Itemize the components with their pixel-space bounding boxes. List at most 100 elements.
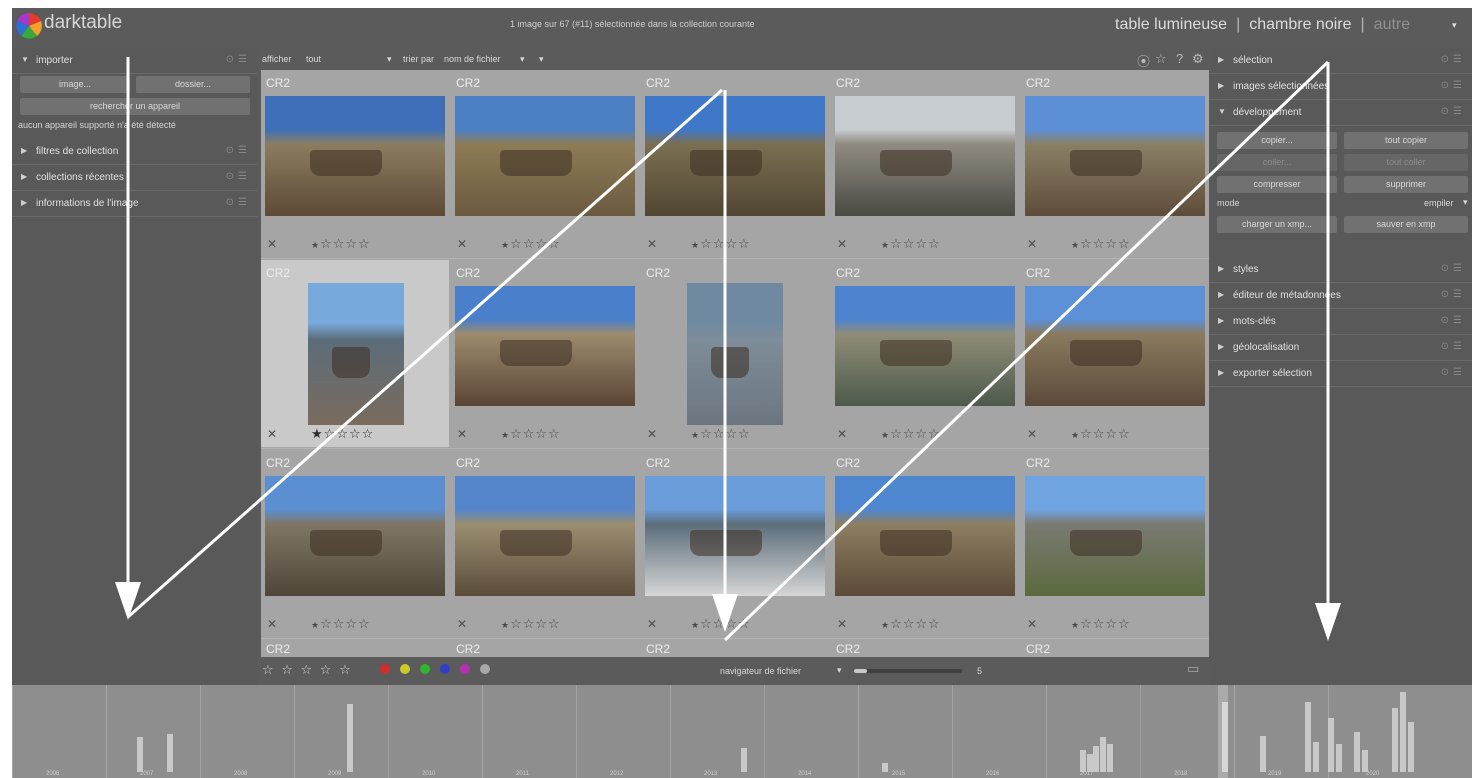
zoom-value[interactable]: 5 (977, 666, 982, 676)
thumbnail-image[interactable] (265, 476, 445, 596)
rating-star-icon[interactable]: ★ (1071, 620, 1080, 630)
rating-star-icon[interactable]: ☆ (548, 616, 561, 631)
compress-button[interactable]: compresser (1217, 176, 1337, 193)
layout-dropdown-icon[interactable]: ▾ (837, 665, 842, 676)
load-xmp-button[interactable]: charger un xmp... (1217, 216, 1337, 233)
thumbnail-image[interactable] (645, 96, 825, 216)
rating-star-icon[interactable]: ☆ (738, 426, 751, 441)
thumbnail[interactable]: CR2 ✕ ★☆☆☆☆ (451, 450, 639, 637)
star-rating[interactable]: ★☆☆☆☆ (1071, 426, 1131, 442)
rating-star-icon[interactable]: ☆ (523, 616, 536, 631)
rating-star-icon[interactable]: ☆ (1080, 616, 1093, 631)
module-metadata-editor[interactable]: ▶ éditeur de métadonnées ⊙☰ (1209, 283, 1472, 309)
rating-star-icon[interactable]: ☆ (890, 426, 903, 441)
rating-star-icon[interactable]: ★ (1071, 430, 1080, 440)
reset-preset-icons[interactable]: ⊙☰ (226, 54, 251, 65)
thumbnail-partial[interactable]: CR2 (641, 640, 829, 657)
rating-star-icon[interactable]: ☆ (510, 616, 523, 631)
thumbnail[interactable]: CR2 ✕ ★☆☆☆☆ (831, 70, 1019, 257)
reset-preset-icons[interactable]: ⊙☰ (1441, 106, 1466, 117)
reject-icon[interactable]: ✕ (267, 427, 277, 441)
thumbnail[interactable]: CR2 ✕ ★☆☆☆☆ (641, 450, 829, 637)
thumbnail[interactable]: CR2 ✕ ★☆☆☆☆ (451, 70, 639, 257)
reset-preset-icons[interactable]: ⊙☰ (1441, 289, 1466, 300)
rating-star-icon[interactable]: ☆ (362, 426, 375, 441)
thumbnail[interactable]: CR2 ✕ ★☆☆☆☆ (1021, 70, 1209, 257)
module-import-header[interactable]: ▼ importer ⊙☰ (12, 48, 257, 74)
scan-devices-button[interactable]: rechercher un appareil (20, 98, 250, 115)
module-styles[interactable]: ▶ styles ⊙☰ (1209, 257, 1472, 283)
timeline-year[interactable]: 2008 (200, 685, 295, 778)
display-profile-icon[interactable]: ▭ (1187, 661, 1199, 677)
module-history-stack[interactable]: ▼ développement ⊙☰ (1209, 100, 1472, 126)
rating-star-icon[interactable]: ☆ (333, 616, 346, 631)
timeline[interactable]: 2006 2007 2008 2009 2010 2011 2012 2013 2014 2015… (12, 685, 1472, 778)
reset-preset-icons[interactable]: ⊙☰ (226, 197, 251, 208)
reset-preset-icons[interactable]: ⊙☰ (1441, 80, 1466, 91)
help-icon[interactable]: ? (1176, 51, 1183, 66)
thumbnail[interactable]: CR2 ✕ ★☆☆☆☆ (641, 260, 829, 447)
paste-all-button[interactable]: tout coller (1344, 154, 1468, 171)
sort-direction-icon[interactable]: ▾ (539, 54, 544, 65)
timeline-year[interactable]: 2015 (858, 685, 953, 778)
module-geotagging[interactable]: ▶ géolocalisation ⊙☰ (1209, 335, 1472, 361)
reject-icon[interactable]: ✕ (457, 427, 467, 441)
color-label-dot-icon[interactable] (400, 664, 410, 674)
rating-star-icon[interactable]: ☆ (890, 616, 903, 631)
layout-select[interactable]: navigateur de fichier (720, 666, 801, 676)
reject-icon[interactable]: ✕ (837, 617, 847, 631)
thumbnail-partial[interactable]: CR2 (451, 640, 639, 657)
module-export[interactable]: ▶ exporter sélection ⊙☰ (1209, 361, 1472, 387)
preferences-icon[interactable]: ⚙ (1192, 51, 1204, 67)
reset-preset-icons[interactable]: ⊙☰ (1441, 263, 1466, 274)
copy-all-button[interactable]: tout copier (1344, 132, 1468, 149)
rating-star-icon[interactable]: ☆ (915, 236, 928, 251)
star-rating[interactable]: ★☆☆☆☆ (1071, 236, 1131, 252)
reject-icon[interactable]: ✕ (647, 617, 657, 631)
star-rating[interactable]: ★☆☆☆☆ (311, 616, 371, 632)
reject-icon[interactable]: ✕ (457, 237, 467, 251)
star-rating[interactable]: ★☆☆☆☆ (311, 426, 374, 442)
rating-star-icon[interactable]: ★ (311, 240, 320, 250)
thumbnail-image[interactable] (835, 96, 1015, 216)
timeline-year[interactable]: 2010 (388, 685, 483, 778)
color-label-dot-icon[interactable] (460, 664, 470, 674)
rating-star-icon[interactable]: ☆ (700, 236, 713, 251)
star-rating[interactable]: ★☆☆☆☆ (881, 426, 941, 442)
thumbnail-image[interactable] (687, 283, 783, 425)
rating-star-icon[interactable]: ★ (501, 430, 510, 440)
star-rating[interactable]: ★☆☆☆☆ (881, 236, 941, 252)
rating-star-icon[interactable]: ☆ (548, 236, 561, 251)
thumbnail[interactable]: CR2 ✕ ★☆☆☆☆ (831, 450, 1019, 637)
star-rating[interactable]: ★☆☆☆☆ (501, 236, 561, 252)
rating-star-icon[interactable]: ☆ (1118, 616, 1131, 631)
thumbnail[interactable]: CR2 ✕ ★☆☆☆☆ (261, 260, 449, 447)
thumbnail[interactable]: CR2 ✕ ★☆☆☆☆ (261, 70, 449, 257)
rating-star-icon[interactable]: ☆ (345, 616, 358, 631)
module-selected-images[interactable]: ▶ images sélectionnées ⊙☰ (1209, 74, 1472, 100)
thumbnail-partial[interactable]: CR2 (831, 640, 1019, 657)
thumbnail[interactable]: CR2 ✕ ★☆☆☆☆ (831, 260, 1019, 447)
zoom-slider[interactable] (854, 669, 962, 673)
thumbnail-image[interactable] (265, 96, 445, 216)
thumbnail-partial[interactable]: CR2 (261, 640, 449, 657)
star-rating[interactable]: ★☆☆☆☆ (1071, 616, 1131, 632)
rating-star-icon[interactable]: ☆ (1080, 426, 1093, 441)
rating-star-icon[interactable]: ☆ (915, 616, 928, 631)
rating-star-icon[interactable]: ☆ (548, 426, 561, 441)
rating-star-icon[interactable]: ☆ (358, 236, 371, 251)
rating-star-icon[interactable]: ☆ (700, 426, 713, 441)
module-image-information[interactable]: ▶ informations de l'image ⊙☰ (12, 191, 257, 217)
rating-star-icon[interactable]: ☆ (725, 236, 738, 251)
rating-star-icon[interactable]: ★ (1071, 240, 1080, 250)
star-rating[interactable]: ★☆☆☆☆ (881, 616, 941, 632)
mode-dropdown-icon[interactable]: ▾ (1463, 197, 1468, 208)
rating-filter-stars[interactable]: ☆ ☆ ☆ ☆ ☆ (262, 662, 353, 678)
rating-star-icon[interactable]: ☆ (358, 616, 371, 631)
rating-star-icon[interactable]: ☆ (713, 616, 726, 631)
view-darkroom[interactable]: chambre noire (1249, 16, 1351, 33)
reject-icon[interactable]: ✕ (1027, 617, 1037, 631)
rating-star-icon[interactable]: ☆ (713, 426, 726, 441)
rating-star-icon[interactable]: ★ (501, 240, 510, 250)
reject-icon[interactable]: ✕ (267, 237, 277, 251)
